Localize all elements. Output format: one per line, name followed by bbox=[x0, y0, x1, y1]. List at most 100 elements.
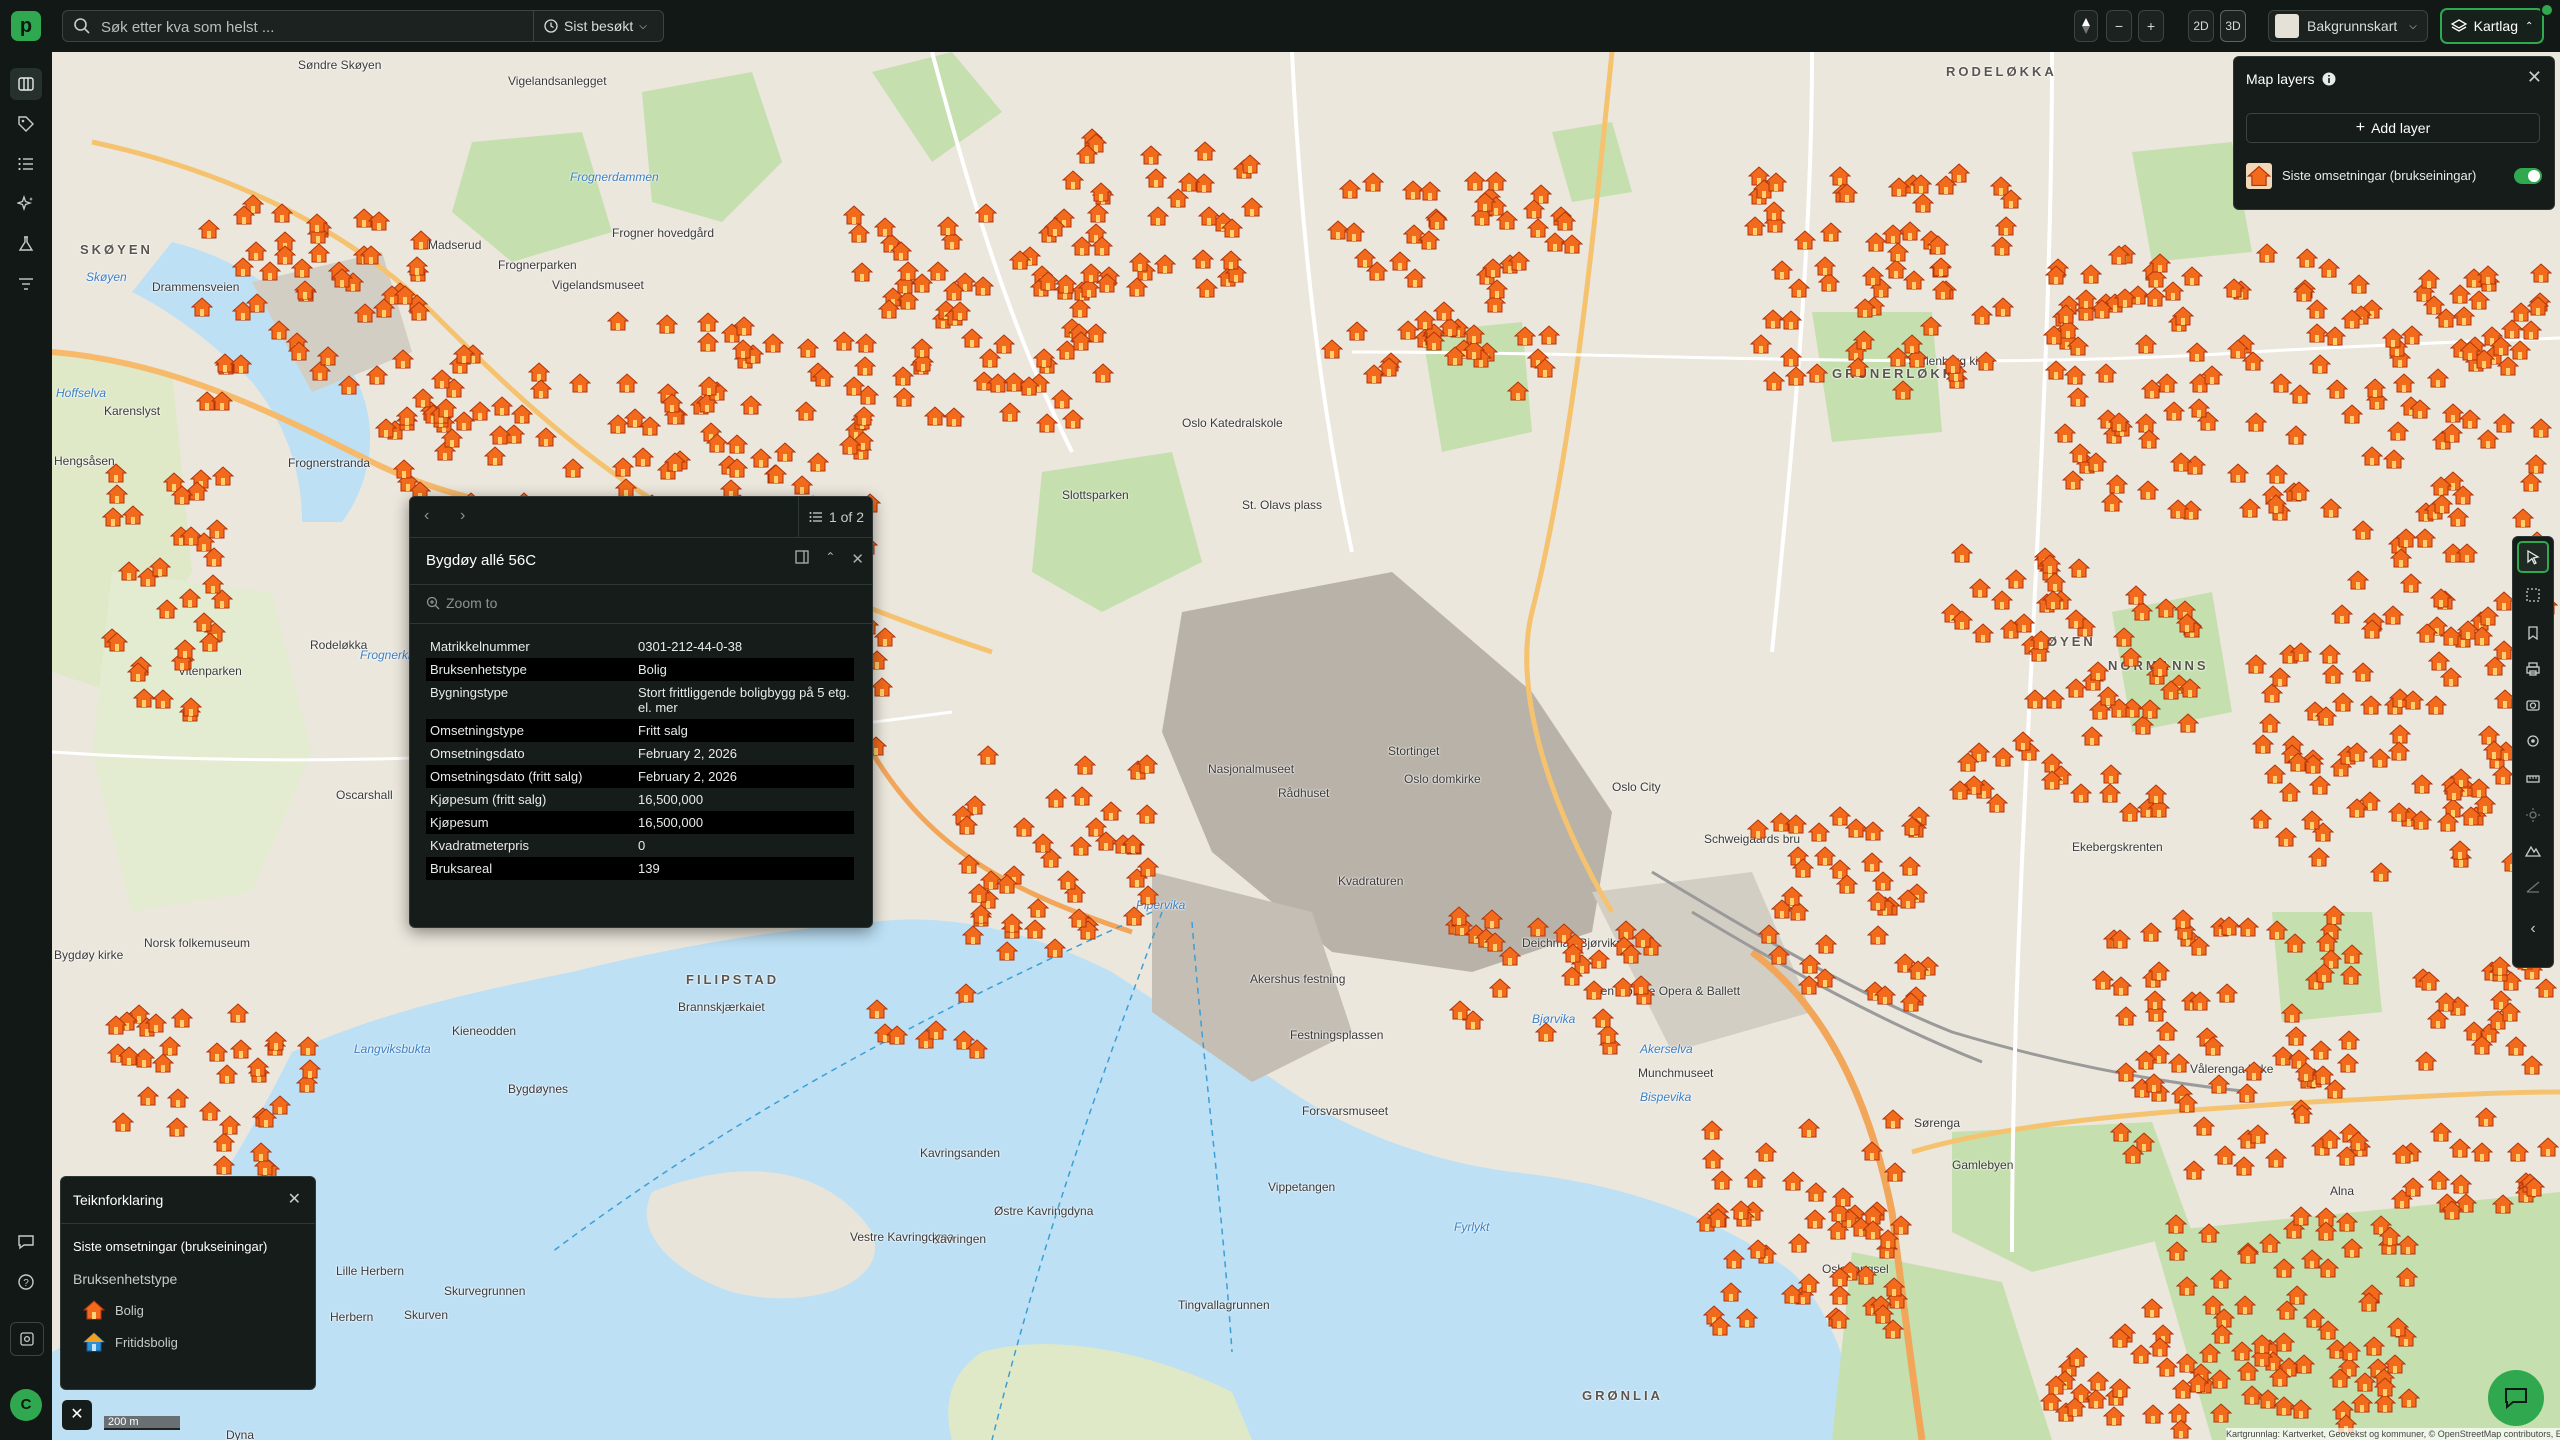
house-marker-icon[interactable] bbox=[2252, 733, 2275, 755]
house-marker-icon[interactable] bbox=[2065, 608, 2088, 630]
house-marker-icon[interactable] bbox=[1754, 1141, 1777, 1163]
prev-feature-button[interactable]: ‹ bbox=[424, 507, 429, 525]
house-marker-icon[interactable] bbox=[2319, 643, 2342, 665]
house-marker-icon[interactable] bbox=[1991, 746, 2014, 768]
house-marker-icon[interactable] bbox=[2080, 725, 2103, 747]
house-marker-icon[interactable] bbox=[612, 456, 635, 478]
zoom-to-action[interactable]: Zoom to bbox=[410, 585, 872, 624]
house-marker-icon[interactable] bbox=[2120, 646, 2143, 668]
house-marker-icon[interactable] bbox=[1805, 1181, 1828, 1203]
house-marker-icon[interactable] bbox=[2218, 915, 2241, 937]
basemap-dropdown[interactable]: Bakgrunnskart ⌵ bbox=[2268, 10, 2428, 42]
house-marker-icon[interactable] bbox=[843, 375, 866, 397]
house-marker-icon[interactable] bbox=[1871, 1303, 1894, 1325]
house-marker-icon[interactable] bbox=[843, 204, 866, 226]
compass-button[interactable] bbox=[2074, 10, 2098, 42]
house-marker-icon[interactable] bbox=[733, 315, 756, 337]
house-marker-icon[interactable] bbox=[1750, 333, 1773, 355]
house-marker-icon[interactable] bbox=[2378, 1225, 2401, 1247]
house-marker-icon[interactable] bbox=[2080, 263, 2103, 285]
house-marker-icon[interactable] bbox=[2321, 663, 2344, 685]
house-marker-icon[interactable] bbox=[2135, 1049, 2158, 1071]
house-marker-icon[interactable] bbox=[639, 415, 662, 437]
house-marker-icon[interactable] bbox=[305, 212, 328, 234]
house-marker-icon[interactable] bbox=[170, 484, 193, 506]
layer-row[interactable]: Siste omsetningar (brukseiningar) bbox=[2246, 161, 2542, 191]
house-marker-icon[interactable] bbox=[999, 401, 1022, 423]
house-marker-icon[interactable] bbox=[2200, 364, 2223, 386]
house-marker-icon[interactable] bbox=[995, 873, 1018, 895]
house-marker-icon[interactable] bbox=[878, 298, 901, 320]
house-marker-icon[interactable] bbox=[2329, 1367, 2352, 1389]
house-marker-icon[interactable] bbox=[1845, 817, 1868, 839]
house-marker-icon[interactable] bbox=[219, 1114, 242, 1136]
house-marker-icon[interactable] bbox=[2392, 1143, 2415, 1165]
house-marker-icon[interactable] bbox=[892, 365, 915, 387]
house-marker-icon[interactable] bbox=[2176, 712, 2199, 734]
house-marker-icon[interactable] bbox=[1561, 942, 1584, 964]
house-marker-icon[interactable] bbox=[2176, 1092, 2199, 1114]
house-marker-icon[interactable] bbox=[2482, 739, 2505, 761]
house-marker-icon[interactable] bbox=[2137, 428, 2160, 450]
house-marker-icon[interactable] bbox=[698, 375, 721, 397]
house-marker-icon[interactable] bbox=[2320, 497, 2343, 519]
close-icon[interactable]: ✕ bbox=[288, 1189, 301, 1209]
house-marker-icon[interactable] bbox=[2312, 962, 2335, 984]
house-marker-icon[interactable] bbox=[2139, 921, 2162, 943]
house-marker-icon[interactable] bbox=[2141, 1297, 2164, 1319]
house-marker-icon[interactable] bbox=[2339, 964, 2362, 986]
house-marker-icon[interactable] bbox=[2170, 1418, 2193, 1440]
house-marker-icon[interactable] bbox=[1612, 976, 1635, 998]
house-marker-icon[interactable] bbox=[1326, 219, 1349, 241]
house-marker-icon[interactable] bbox=[2346, 569, 2369, 591]
house-marker-icon[interactable] bbox=[1853, 329, 1876, 351]
house-marker-icon[interactable] bbox=[2526, 295, 2549, 317]
house-marker-icon[interactable] bbox=[2402, 1176, 2425, 1198]
house-marker-icon[interactable] bbox=[1423, 330, 1446, 352]
house-marker-icon[interactable] bbox=[910, 337, 933, 359]
house-marker-icon[interactable] bbox=[1506, 380, 1529, 402]
house-marker-icon[interactable] bbox=[854, 355, 877, 377]
house-marker-icon[interactable] bbox=[2286, 751, 2309, 773]
house-marker-icon[interactable] bbox=[2273, 1331, 2296, 1353]
house-marker-icon[interactable] bbox=[936, 215, 959, 237]
house-marker-icon[interactable] bbox=[2489, 955, 2512, 977]
house-marker-icon[interactable] bbox=[2284, 424, 2307, 446]
house-marker-icon[interactable] bbox=[435, 397, 458, 419]
house-marker-icon[interactable] bbox=[2198, 1222, 2221, 1244]
house-marker-icon[interactable] bbox=[2471, 1034, 2494, 1056]
house-marker-icon[interactable] bbox=[2337, 1052, 2360, 1074]
rail-ai-button[interactable] bbox=[10, 188, 42, 220]
house-marker-icon[interactable] bbox=[392, 458, 415, 480]
house-marker-icon[interactable] bbox=[2044, 359, 2067, 381]
house-marker-icon[interactable] bbox=[1094, 830, 1117, 852]
house-marker-icon[interactable] bbox=[1389, 250, 1412, 272]
house-marker-icon[interactable] bbox=[1220, 217, 1243, 239]
house-marker-icon[interactable] bbox=[1462, 323, 1485, 345]
house-marker-icon[interactable] bbox=[1044, 937, 1067, 959]
house-marker-icon[interactable] bbox=[865, 998, 888, 1020]
house-marker-icon[interactable] bbox=[2109, 1327, 2132, 1349]
house-marker-icon[interactable] bbox=[2125, 584, 2148, 606]
bookmark-tool[interactable] bbox=[2517, 617, 2549, 649]
house-marker-icon[interactable] bbox=[2460, 805, 2483, 827]
house-marker-icon[interactable] bbox=[180, 696, 203, 718]
house-marker-icon[interactable] bbox=[2045, 1374, 2068, 1396]
house-marker-icon[interactable] bbox=[2166, 1240, 2189, 1262]
house-marker-icon[interactable] bbox=[2442, 780, 2465, 802]
house-marker-icon[interactable] bbox=[955, 982, 978, 1004]
house-marker-icon[interactable] bbox=[871, 676, 893, 698]
house-marker-icon[interactable] bbox=[2341, 943, 2364, 965]
house-marker-icon[interactable] bbox=[2067, 557, 2090, 579]
house-marker-icon[interactable] bbox=[2325, 378, 2348, 400]
house-marker-icon[interactable] bbox=[1990, 235, 2013, 257]
house-marker-icon[interactable] bbox=[2011, 730, 2034, 752]
house-marker-icon[interactable] bbox=[331, 267, 354, 289]
house-marker-icon[interactable] bbox=[1835, 873, 1858, 895]
house-marker-icon[interactable] bbox=[2410, 809, 2433, 831]
house-marker-icon[interactable] bbox=[2118, 801, 2141, 823]
house-marker-icon[interactable] bbox=[1123, 905, 1146, 927]
house-marker-icon[interactable] bbox=[1033, 347, 1056, 369]
house-marker-icon[interactable] bbox=[2382, 327, 2405, 349]
house-marker-icon[interactable] bbox=[2085, 451, 2108, 473]
